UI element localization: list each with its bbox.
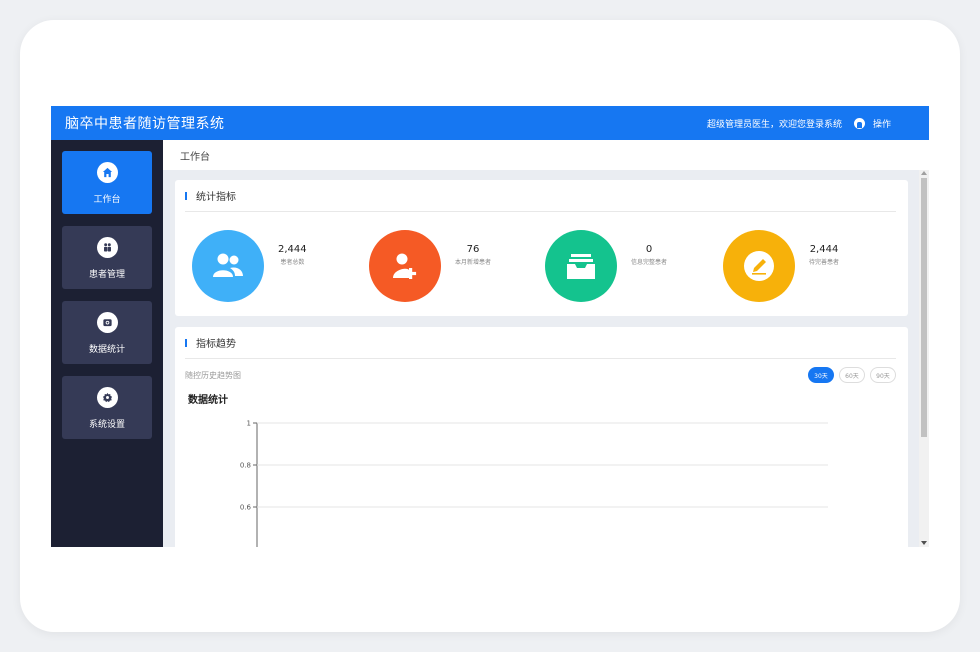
vertical-scrollbar[interactable] xyxy=(919,170,929,547)
scroll-up-arrow-icon[interactable] xyxy=(921,171,927,175)
sidebar-item-label: 工作台 xyxy=(93,195,121,205)
stat-value: 0 xyxy=(645,244,653,255)
top-header: 脑卒中患者随访管理系统 超级管理员医生，欢迎您登录系统 操作 xyxy=(51,106,929,140)
stat-caption: 待完善患者 xyxy=(809,259,840,266)
main-content: 工作台 统计指标 2,444 患者总数 76 本月新增患者 0 信息完整患者 2… xyxy=(163,140,929,547)
user-avatar-icon[interactable] xyxy=(853,117,865,129)
stats-panel-title: 统计指标 xyxy=(196,192,236,203)
sidebar-item-label: 患者管理 xyxy=(88,270,125,280)
inbox-icon xyxy=(545,230,617,302)
sidebar-item-label: 数据统计 xyxy=(88,345,125,355)
breadcrumb: 工作台 xyxy=(180,151,210,163)
stat-value: 2,444 xyxy=(809,244,839,255)
stat-card-to-complete[interactable]: 2,444 待完善患者 xyxy=(723,230,839,302)
patients-icon xyxy=(96,237,118,258)
header-user-area: 超级管理员医生，欢迎您登录系统 操作 xyxy=(707,117,891,130)
stat-caption: 信息完整患者 xyxy=(631,259,668,266)
stat-card-total[interactable]: 2,444 患者总数 xyxy=(192,230,307,302)
settings-icon xyxy=(96,387,118,408)
stat-card-new-this-month[interactable]: 76 本月新增患者 xyxy=(369,230,491,302)
section-marker xyxy=(185,191,187,200)
app-window: 脑卒中患者随访管理系统 超级管理员医生，欢迎您登录系统 操作 工作台 患者管理 … xyxy=(51,106,929,547)
home-icon xyxy=(96,162,118,183)
edit-icon xyxy=(723,230,795,302)
scrollbar-thumb[interactable] xyxy=(921,178,927,437)
scroll-down-arrow-icon[interactable] xyxy=(921,541,927,545)
sidebar-item-settings[interactable]: 系统设置 xyxy=(62,376,152,439)
stat-value: 2,444 xyxy=(278,244,307,255)
sidebar-item-statistics[interactable]: 数据统计 xyxy=(62,301,152,364)
users-icon xyxy=(192,230,264,302)
y-tick-label: 0.8 xyxy=(240,462,251,470)
y-tick-label: 0.6 xyxy=(240,504,252,512)
sidebar-item-workbench[interactable]: 工作台 xyxy=(62,151,152,214)
stat-caption: 本月新增患者 xyxy=(455,259,492,266)
stats-panel: 统计指标 2,444 患者总数 76 本月新增患者 0 信息完整患者 2,444… xyxy=(175,180,908,316)
breadcrumb-bar: 工作台 xyxy=(163,140,929,170)
sidebar: 工作台 患者管理 数据统计 系统设置 xyxy=(51,140,163,547)
operations-menu[interactable]: 操作 xyxy=(873,117,891,130)
stats-panel-header: 统计指标 xyxy=(185,180,896,212)
stat-value: 76 xyxy=(466,244,480,255)
sidebar-item-patients[interactable]: 患者管理 xyxy=(62,226,152,289)
y-tick-label: 1 xyxy=(247,420,251,428)
camera-icon xyxy=(96,312,118,333)
app-title: 脑卒中患者随访管理系统 xyxy=(65,116,225,132)
welcome-text: 超级管理员医生，欢迎您登录系统 xyxy=(706,119,842,130)
trend-panel: 指标趋势 随控历史趋势图 30天 60天 90天 数据统计 1 0.8 0.6 xyxy=(175,327,908,547)
add-user-icon xyxy=(369,230,441,302)
trend-chart: 1 0.8 0.6 xyxy=(240,420,828,547)
stat-caption: 患者总数 xyxy=(280,259,305,266)
sidebar-item-label: 系统设置 xyxy=(88,420,125,430)
stat-card-complete-info[interactable]: 0 信息完整患者 xyxy=(545,230,667,302)
